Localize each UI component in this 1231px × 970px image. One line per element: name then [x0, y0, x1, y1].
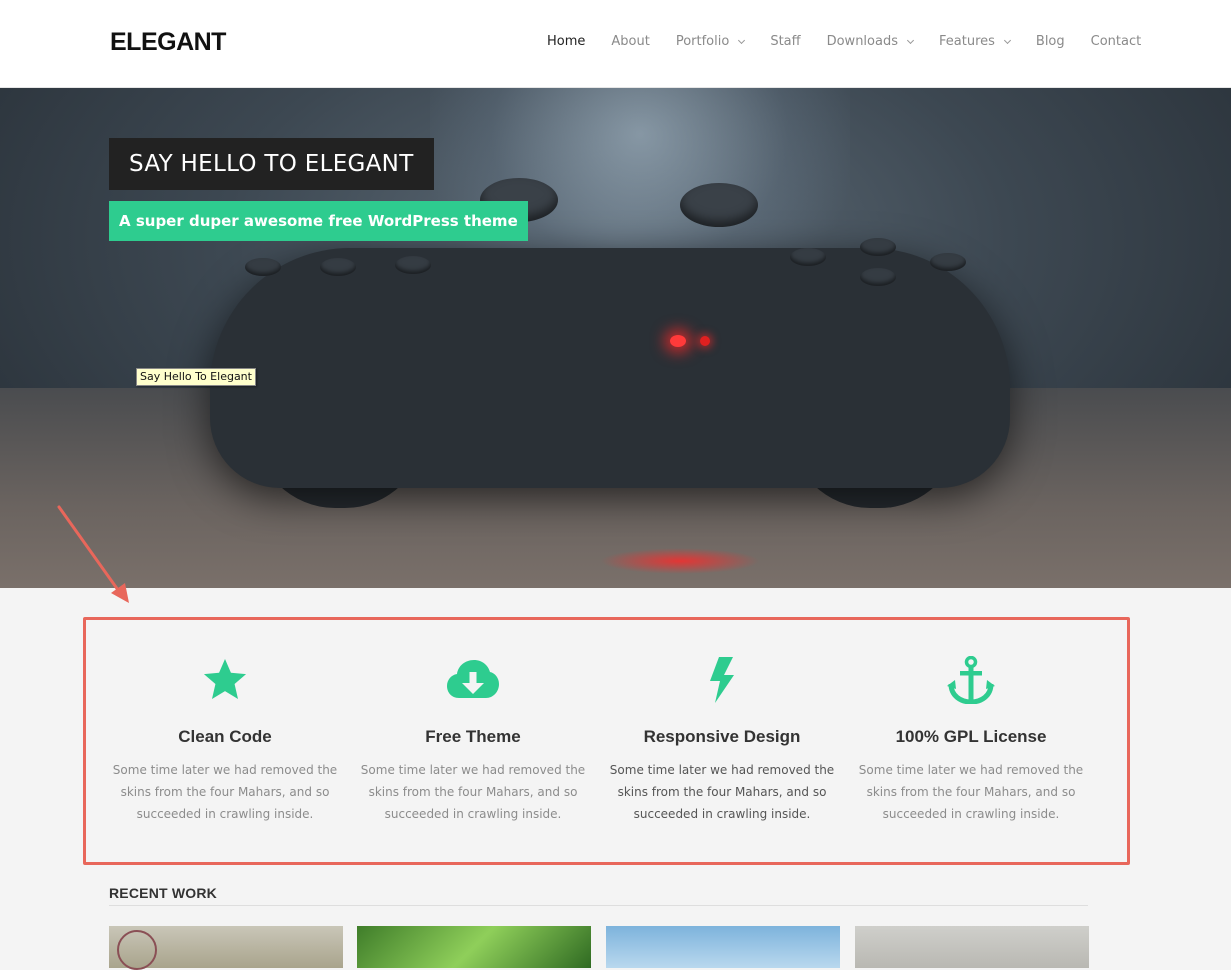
site-logo[interactable]: ELEGANT — [110, 28, 226, 57]
controller-led — [700, 336, 710, 346]
portfolio-thumbnail[interactable] — [606, 926, 840, 968]
feature-free-theme: Free Theme Some time later we had remove… — [358, 655, 588, 825]
controller-led — [670, 335, 686, 347]
nav-label: Features — [939, 34, 995, 49]
controller-button — [930, 253, 966, 271]
nav-label: Downloads — [826, 34, 898, 49]
nav-item-contact[interactable]: Contact — [1091, 34, 1142, 49]
divider — [109, 905, 1088, 906]
annotation-arrow-icon — [57, 505, 129, 603]
hero-subtitle: A super duper awesome free WordPress the… — [109, 201, 528, 241]
controller-button — [790, 248, 826, 266]
feature-text: Some time later we had removed the skins… — [112, 763, 338, 821]
feature-clean-code: Clean Code Some time later we had remove… — [110, 655, 340, 825]
feature-gpl-license: 100% GPL License Some time later we had … — [856, 655, 1086, 825]
feature-responsive-design: Responsive Design Some time later we had… — [607, 655, 837, 825]
feature-text: Some time later we had removed the skins… — [858, 763, 1084, 821]
nav-label: About — [611, 34, 650, 49]
led-reflection — [600, 548, 760, 574]
feature-title: 100% GPL License — [895, 727, 1047, 746]
portfolio-thumbnail[interactable] — [357, 926, 591, 968]
cloud-download-icon — [358, 655, 588, 705]
feature-text: Some time later we had removed the skins… — [609, 763, 835, 821]
nav-item-features[interactable]: Features — [939, 34, 1011, 49]
nav-item-blog[interactable]: Blog — [1036, 34, 1065, 49]
nav-label: Contact — [1090, 34, 1142, 49]
thumbnail-detail — [117, 930, 157, 970]
main-nav: Home About Portfolio Staff Downloads Fea… — [547, 34, 1141, 49]
controller-button — [860, 268, 896, 286]
nav-item-home[interactable]: Home — [547, 34, 585, 49]
nav-label: Blog — [1035, 34, 1065, 49]
portfolio-thumbnail[interactable] — [855, 926, 1089, 968]
nav-item-staff[interactable]: Staff — [770, 34, 800, 49]
portfolio-thumbnail[interactable] — [109, 926, 343, 970]
hero-slider[interactable]: SAY HELLO TO ELEGANT A super duper aweso… — [0, 88, 1231, 588]
controller-image — [210, 248, 1010, 488]
controller-button — [245, 258, 281, 276]
site-header: ELEGANT Home About Portfolio Staff Downl… — [0, 0, 1231, 88]
controller-button — [860, 238, 896, 256]
controller-button — [395, 256, 431, 274]
star-icon — [110, 655, 340, 705]
lightning-bolt-icon — [607, 655, 837, 705]
nav-item-about[interactable]: About — [611, 34, 649, 49]
nav-item-portfolio[interactable]: Portfolio — [675, 34, 746, 49]
feature-title: Free Theme — [425, 727, 521, 746]
tooltip: Say Hello To Elegant — [136, 368, 256, 386]
feature-title: Responsive Design — [643, 727, 801, 746]
anchor-icon — [856, 655, 1086, 705]
chevron-down-icon — [738, 36, 746, 44]
nav-item-downloads[interactable]: Downloads — [826, 34, 915, 49]
feature-text: Some time later we had removed the skins… — [360, 763, 586, 821]
controller-stick-right — [680, 183, 758, 227]
nav-label: Portfolio — [675, 34, 730, 49]
feature-title: Clean Code — [178, 727, 272, 746]
nav-label: Staff — [770, 34, 801, 49]
chevron-down-icon — [906, 36, 915, 44]
nav-label: Home — [547, 34, 586, 49]
controller-button — [320, 258, 356, 276]
section-title-recent-work: RECENT WORK — [109, 885, 217, 901]
chevron-down-icon — [1003, 36, 1011, 44]
hero-title: SAY HELLO TO ELEGANT — [109, 138, 434, 190]
